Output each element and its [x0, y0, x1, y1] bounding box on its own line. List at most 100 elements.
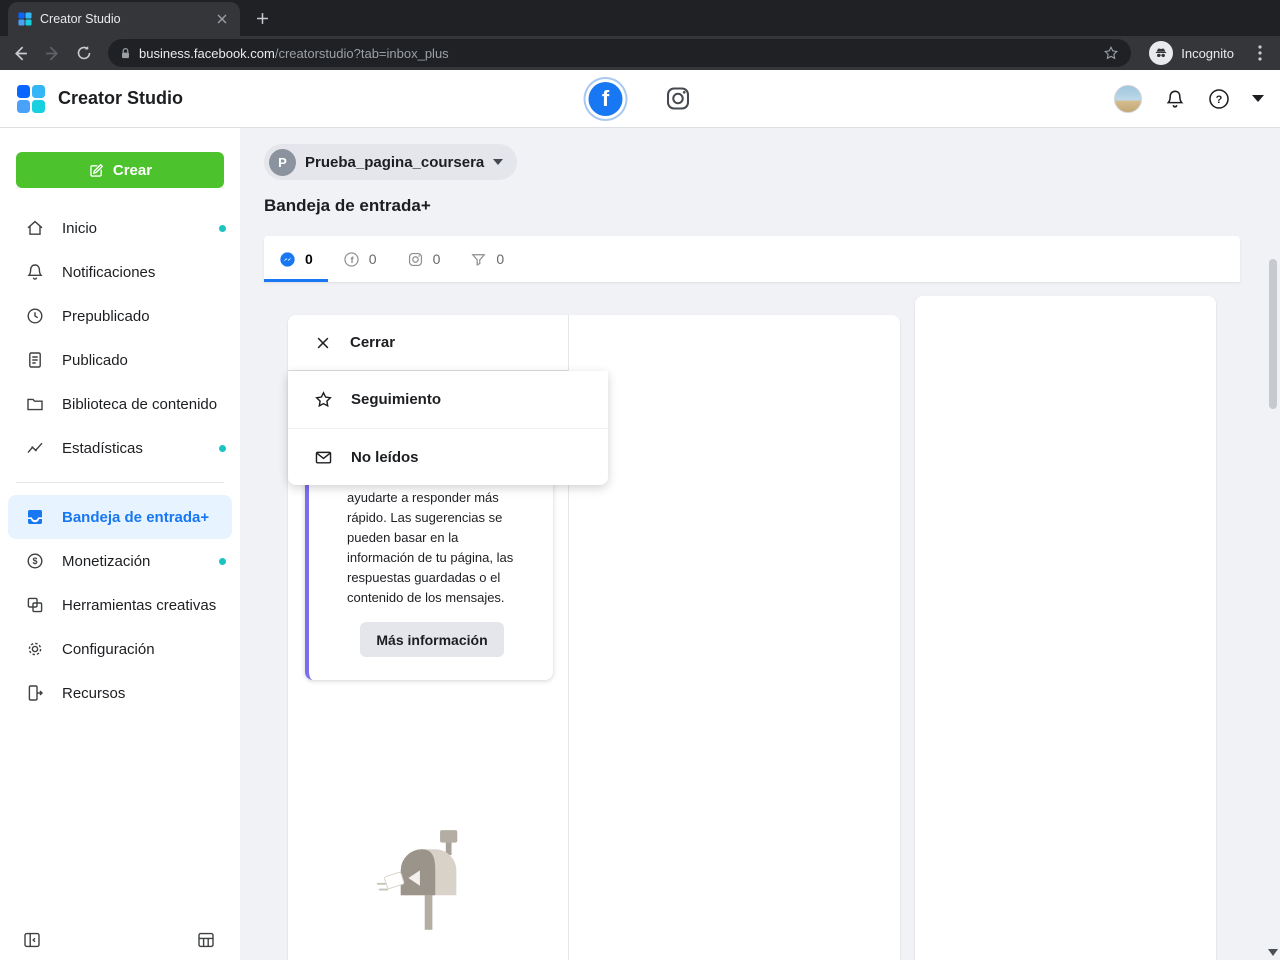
sidebar-item-notificaciones[interactable]: Notificaciones: [0, 250, 240, 294]
inbox-tab-bar: 0 f 0 0 0: [264, 236, 1240, 282]
back-button[interactable]: [6, 39, 34, 67]
sidebar: Crear Inicio Notificaciones Prepublicado…: [0, 128, 240, 960]
page-avatar: P: [269, 148, 296, 176]
page-selector[interactable]: P Prueba_pagina_coursera: [264, 144, 518, 180]
gear-icon: [24, 639, 46, 659]
funnel-icon: [470, 251, 487, 268]
sidebar-item-label: Biblioteca de contenido: [62, 395, 218, 413]
sidebar-item-label: Publicado: [62, 351, 128, 369]
menu-item-label: No leídos: [351, 448, 419, 466]
sidebar-item-label: Estadísticas: [62, 439, 143, 457]
tab-facebook[interactable]: f 0: [328, 236, 392, 282]
browser-tab-strip: Creator Studio: [0, 0, 1280, 36]
page-title: Bandeja de entrada+: [264, 196, 431, 215]
tab-count: 0: [496, 251, 505, 267]
svg-text:?: ?: [1216, 93, 1223, 105]
sidebar-item-publicado[interactable]: Publicado: [0, 338, 240, 382]
sidebar-item-herramientas[interactable]: Herramientas creativas: [0, 583, 240, 627]
tab-close-icon[interactable]: [214, 11, 230, 27]
menu-item-no-leidos[interactable]: No leídos: [288, 428, 608, 485]
svg-text:$: $: [32, 556, 37, 566]
facebook-platform-button[interactable]: f: [588, 81, 623, 116]
instagram-platform-button[interactable]: [665, 85, 692, 112]
sidebar-item-label: Prepublicado: [62, 307, 150, 325]
url-bar[interactable]: business.facebook.com/creatorstudio?tab=…: [108, 39, 1132, 67]
star-icon: [314, 390, 333, 409]
document-icon: [24, 350, 46, 370]
page-name: Prueba_pagina_coursera: [305, 153, 485, 171]
sidebar-item-configuracion[interactable]: Configuración: [0, 627, 240, 671]
tab-filter[interactable]: 0: [455, 236, 519, 282]
folder-icon: [24, 394, 46, 414]
incognito-icon: [1149, 41, 1174, 65]
url-path: /creatorstudio?tab=inbox_plus: [274, 45, 449, 61]
sidebar-item-prepublicado[interactable]: Prepublicado: [0, 294, 240, 338]
notification-dot: [219, 557, 226, 565]
create-button-label: Crear: [112, 161, 153, 179]
browser-menu-icon[interactable]: [1246, 39, 1274, 67]
sidebar-item-label: Recursos: [62, 684, 126, 702]
sidebar-item-label: Configuración: [62, 640, 155, 658]
sidebar-item-inicio[interactable]: Inicio: [0, 206, 240, 250]
chart-icon: [24, 438, 46, 458]
tab-count: 0: [305, 251, 313, 267]
filter-menu-list: Seguimiento No leídos: [288, 371, 608, 485]
tab-messenger[interactable]: 0: [264, 236, 328, 282]
resources-icon: [24, 683, 46, 703]
scrollbar[interactable]: [1266, 256, 1280, 960]
collapse-sidebar-icon[interactable]: [22, 930, 42, 950]
empty-mailbox-illustration: [372, 820, 487, 943]
dollar-icon: $: [24, 551, 46, 571]
sidebar-item-recursos[interactable]: Recursos: [0, 671, 240, 715]
instagram-icon: [407, 251, 424, 268]
close-filter-row[interactable]: Cerrar: [288, 315, 568, 371]
sidebar-item-label: Inicio: [62, 219, 98, 237]
close-label: Cerrar: [350, 334, 396, 351]
clock-icon: [24, 306, 46, 326]
messenger-icon: [279, 251, 296, 268]
sidebar-item-label: Herramientas creativas: [62, 596, 217, 614]
bell-icon: [24, 262, 46, 282]
scroll-down-arrow[interactable]: [1268, 949, 1278, 956]
forward-button[interactable]: [38, 39, 66, 67]
url-text: business.facebook.com/creatorstudio?tab=…: [139, 46, 449, 61]
layers-icon: [24, 595, 46, 615]
lock-icon[interactable]: [120, 47, 131, 60]
close-icon: [314, 334, 332, 352]
sidebar-item-label: Notificaciones: [62, 263, 156, 281]
more-info-button[interactable]: Más información: [360, 622, 504, 657]
bookmark-star-icon[interactable]: [1103, 45, 1119, 61]
menu-item-seguimiento[interactable]: Seguimiento: [288, 371, 608, 428]
home-icon: [24, 218, 46, 238]
incognito-label: Incognito: [1181, 45, 1234, 61]
scrollbar-thumb[interactable]: [1269, 259, 1277, 409]
tab-instagram[interactable]: 0: [392, 236, 456, 282]
sidebar-item-monetizacion[interactable]: $ Monetización: [0, 539, 240, 583]
details-panel: [915, 296, 1216, 960]
facebook-icon: f: [343, 251, 360, 268]
sidebar-item-label: Monetización: [62, 552, 151, 570]
browser-tab[interactable]: Creator Studio: [8, 2, 240, 36]
help-icon[interactable]: ?: [1208, 88, 1230, 110]
browser-toolbar: business.facebook.com/creatorstudio?tab=…: [0, 36, 1280, 70]
tab-count: 0: [432, 251, 441, 267]
profile-avatar[interactable]: [1114, 84, 1142, 113]
url-domain: business.facebook.com: [139, 45, 275, 61]
account-menu-caret[interactable]: [1252, 95, 1264, 102]
incognito-badge: Incognito: [1141, 41, 1242, 65]
sidebar-item-label: Bandeja de entrada+: [62, 508, 210, 526]
sidebar-item-bandeja-de-entrada[interactable]: Bandeja de entrada+: [8, 495, 232, 539]
notification-dot: [219, 444, 226, 452]
keyboard-shortcuts-icon[interactable]: [196, 930, 216, 950]
reload-button[interactable]: [70, 39, 98, 67]
sidebar-item-biblioteca[interactable]: Biblioteca de contenido: [0, 382, 240, 426]
sidebar-item-estadisticas[interactable]: Estadísticas: [0, 426, 240, 470]
chevron-down-icon: [493, 159, 504, 165]
tip-text: ayudarte a responder más rápido. Las sug…: [347, 490, 514, 605]
create-button[interactable]: Crear: [16, 152, 224, 188]
envelope-icon: [314, 448, 333, 467]
sidebar-divider: [16, 482, 224, 483]
notifications-bell-icon[interactable]: [1164, 88, 1186, 110]
new-tab-button[interactable]: [248, 4, 276, 32]
reply-suggestions-tip-card: ayudarte a responder más rápido. Las sug…: [305, 470, 553, 680]
